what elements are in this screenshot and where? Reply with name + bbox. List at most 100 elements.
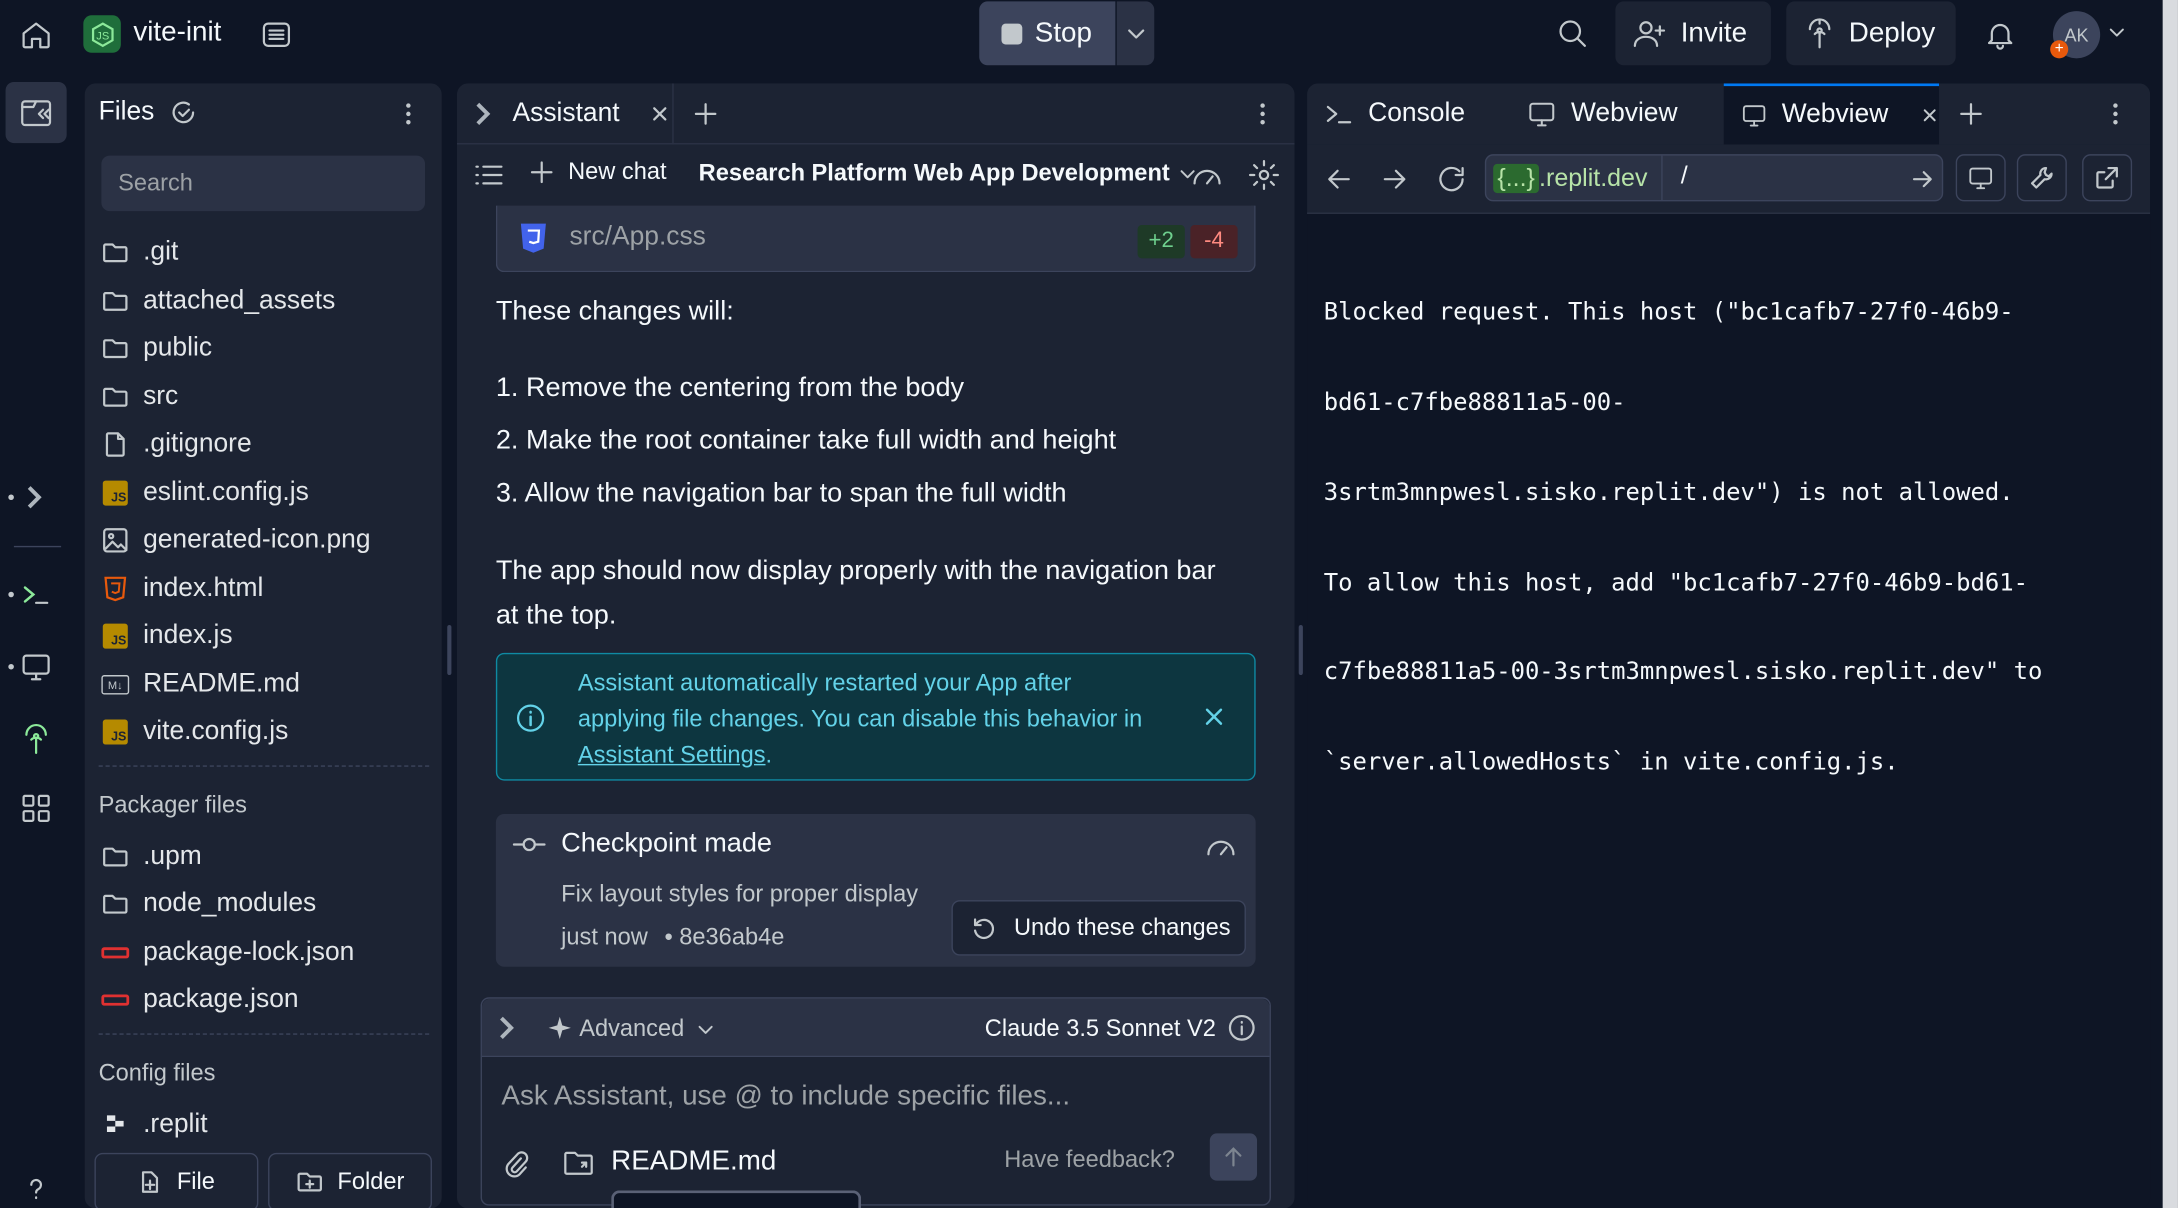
url-path-input[interactable]: / [1681,161,1688,190]
device-preview-button[interactable] [1955,154,2006,202]
deploy-button[interactable]: Deploy [1786,1,1956,66]
undo-changes-button[interactable]: Undo these changes [951,900,1246,956]
search-button[interactable] [1553,14,1592,53]
go-arrow-icon[interactable] [1911,168,1933,190]
close-icon[interactable] [650,104,669,123]
rail-webview-button[interactable] [6,636,67,697]
devtools-button[interactable] [2016,154,2067,202]
invite-button[interactable]: Invite [1615,1,1771,66]
file-tree-item[interactable]: package.json [101,978,299,1022]
file-name: node_modules [143,888,317,919]
tab-label: Webview [1781,100,1889,130]
notifications-button[interactable] [1981,15,2020,54]
info-icon[interactable] [1226,1013,1257,1044]
reload-icon[interactable] [1435,163,1468,196]
file-tree-item[interactable]: M↓ README.md [101,663,300,707]
attached-file-name[interactable]: README.md [611,1146,776,1178]
files-resize-handle[interactable] [447,625,452,676]
add-tab-icon[interactable] [693,101,718,126]
close-icon[interactable] [1201,704,1226,729]
file-tree-item[interactable]: package-lock.json [101,931,354,975]
tab-webview[interactable]: Webview [1510,83,1724,144]
chevron-down-icon[interactable] [696,1020,715,1039]
back-arrow-icon[interactable] [1324,164,1355,195]
send-button[interactable] [1209,1133,1258,1181]
new-folder-button[interactable]: Folder [268,1152,432,1208]
file-tree-item[interactable]: JS eslint.config.js [101,471,309,515]
file-tree-item[interactable]: JS index.js [101,614,233,658]
assistant-toolbar: New chat Research Platform Web App Devel… [457,144,1295,205]
file-change-card[interactable]: src/App.css +2 -4 [495,205,1256,273]
help-button[interactable] [6,1158,67,1208]
file-tree-item[interactable]: generated-icon.png [101,518,371,562]
close-icon[interactable] [1922,106,1939,125]
more-vertical-icon[interactable] [1251,100,1273,128]
file-tree-item[interactable]: attached_assets [101,279,335,323]
model-selector[interactable]: Claude 3.5 Sonnet V2 [985,1015,1216,1043]
prompt-input[interactable] [501,1073,1252,1119]
chat-history-icon[interactable] [474,161,505,189]
tab-label: Webview [1570,98,1678,128]
rail-all-tools-button[interactable] [6,778,67,839]
url-field[interactable]: {...} .replit.dev / [1484,154,1944,202]
gear-icon[interactable] [1247,158,1280,191]
rail-console-button[interactable] [6,564,67,625]
tab-webview-active[interactable]: Webview [1723,83,1940,145]
file-tree-item[interactable]: JS vite.config.js [101,710,288,754]
home-button[interactable] [17,17,56,53]
stop-button[interactable]: Stop [979,1,1116,66]
file-tree-item[interactable]: .git [101,231,178,275]
file-tree-item[interactable]: .gitignore [101,422,252,466]
repl-logo-icon[interactable]: JS [83,15,121,53]
file-tree-item[interactable]: public [101,326,212,370]
file-tree-item[interactable]: .replit [101,1103,208,1147]
file-tree-item[interactable]: node_modules [101,882,316,926]
file-tree-item[interactable]: src [101,375,178,419]
rail-assistant-button[interactable] [6,467,67,528]
wrench-icon [2030,166,2053,189]
url-host[interactable]: {...} .replit.dev [1493,161,1647,194]
rail-deploy-button[interactable] [6,708,67,769]
info-banner-line: Assistant automatically restarted your A… [577,669,1072,696]
checkpoint-speed-icon[interactable] [1190,160,1223,191]
rail-files-button[interactable] [5,81,67,144]
more-vertical-icon [406,103,411,125]
info-banner-line: applying file changes. You can disable t… [577,705,1143,733]
paperclip-icon[interactable] [501,1149,529,1180]
assistant-resize-handle[interactable] [1298,625,1303,676]
checkpoint-speed-icon[interactable] [1204,831,1237,862]
file-tree-item[interactable]: index.html [101,567,263,611]
open-new-tab-button[interactable] [2082,154,2133,202]
more-vertical-icon[interactable] [2104,100,2126,128]
undo-label: Undo these changes [1013,913,1231,941]
file-tree-item[interactable]: .upm [101,835,202,879]
file-name: eslint.config.js [143,477,309,507]
run-options-button[interactable] [1116,1,1155,66]
files-search-input[interactable] [101,155,426,212]
add-tab-icon[interactable] [1958,101,1983,126]
chat-title-dropdown[interactable]: Research Platform Web App Development [699,160,1198,188]
message-summary: at the top. [495,600,617,631]
new-file-button[interactable]: File [94,1152,259,1208]
add-folder-icon [297,1172,322,1192]
webview-pane: Console Webview Webview {...} .replit.de [1307,83,2151,1208]
sync-check-icon [172,101,195,124]
new-chat-button[interactable]: New chat [529,158,667,186]
forward-arrow-icon[interactable] [1379,164,1410,195]
file-name: package.json [143,984,299,1014]
document-icon [262,22,291,47]
terminal-icon [1326,105,1352,124]
assistant-settings-link[interactable]: Assistant Settings [578,742,766,768]
files-menu-button[interactable] [397,100,419,128]
repl-info-button[interactable] [258,17,294,53]
tab-console[interactable]: Console [1307,83,1510,144]
checkpoint-commit[interactable]: • 8e36ab4e [664,924,784,952]
plus-icon [530,161,553,184]
folder-icon [101,383,129,411]
tab-assistant[interactable]: Assistant [457,83,674,145]
repl-name[interactable]: vite-init [133,17,221,49]
left-rail [0,69,72,1208]
mode-selector[interactable]: Advanced [579,1015,684,1043]
account-menu-button[interactable] [2107,22,2126,41]
feedback-link[interactable]: Have feedback? [1004,1146,1175,1174]
